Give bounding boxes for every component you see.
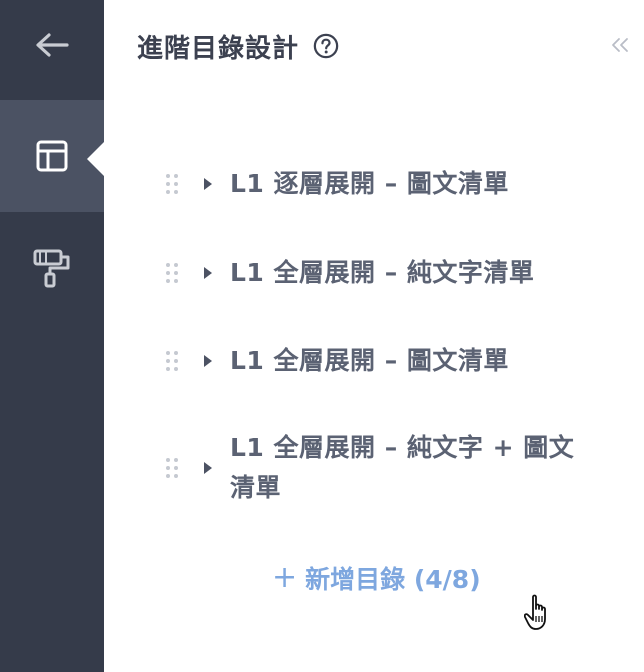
plus-icon: +	[272, 560, 298, 595]
toc-item[interactable]: L1 全層展開 – 圖文清單	[162, 341, 602, 381]
drag-handle-icon[interactable]	[162, 347, 182, 375]
caret-right-icon[interactable]	[198, 354, 218, 368]
add-toc-button[interactable]: + 新增目錄 (4/8)	[272, 556, 481, 600]
page-title: 進階目錄設計	[137, 33, 300, 64]
active-tab-indicator	[87, 142, 104, 176]
caret-right-icon[interactable]	[198, 177, 218, 191]
back-button[interactable]	[0, 0, 104, 90]
help-button[interactable]	[313, 33, 339, 59]
drag-handle-icon[interactable]	[162, 454, 182, 482]
drag-handle-icon[interactable]	[162, 259, 182, 287]
arrow-left-icon	[36, 33, 69, 57]
layout-icon	[36, 140, 68, 172]
toc-item-label: L1 逐層展開 – 圖文清單	[230, 169, 509, 198]
drag-handle-icon[interactable]	[162, 170, 182, 198]
question-circle-icon	[313, 33, 339, 59]
toc-item-label-line2: 清單	[230, 473, 282, 502]
collapse-panel-button[interactable]	[608, 30, 632, 60]
style-tab[interactable]	[0, 212, 104, 324]
hand-pointer-icon	[524, 594, 546, 630]
toc-item[interactable]: L1 全層展開 – 純文字 + 圖文 清單	[162, 428, 602, 508]
toc-item-label-line1: L1 全層展開 – 純文字 + 圖文	[230, 433, 575, 462]
toc-item-label: L1 全層展開 – 純文字清單	[230, 258, 535, 287]
add-toc-label: 新增目錄 (4/8)	[305, 565, 481, 594]
toc-item[interactable]: L1 逐層展開 – 圖文清單	[162, 164, 602, 204]
toc-item-label: L1 全層展開 – 圖文清單	[230, 346, 509, 375]
toc-settings-panel: 進階目錄設計 L1 逐層展開 – 圖文清單 L1 全層展開 – 純文字清單 L1…	[104, 0, 644, 672]
double-chevron-left-icon	[612, 38, 628, 52]
toc-item-label: L1 全層展開 – 純文字 + 圖文 清單	[230, 428, 574, 508]
paint-roller-icon	[33, 249, 70, 288]
sidebar-rail	[0, 0, 104, 672]
caret-right-icon[interactable]	[198, 266, 218, 280]
caret-right-icon[interactable]	[198, 461, 218, 475]
toc-item[interactable]: L1 全層展開 – 純文字清單	[162, 253, 602, 293]
panel-header: 進階目錄設計	[137, 24, 339, 68]
